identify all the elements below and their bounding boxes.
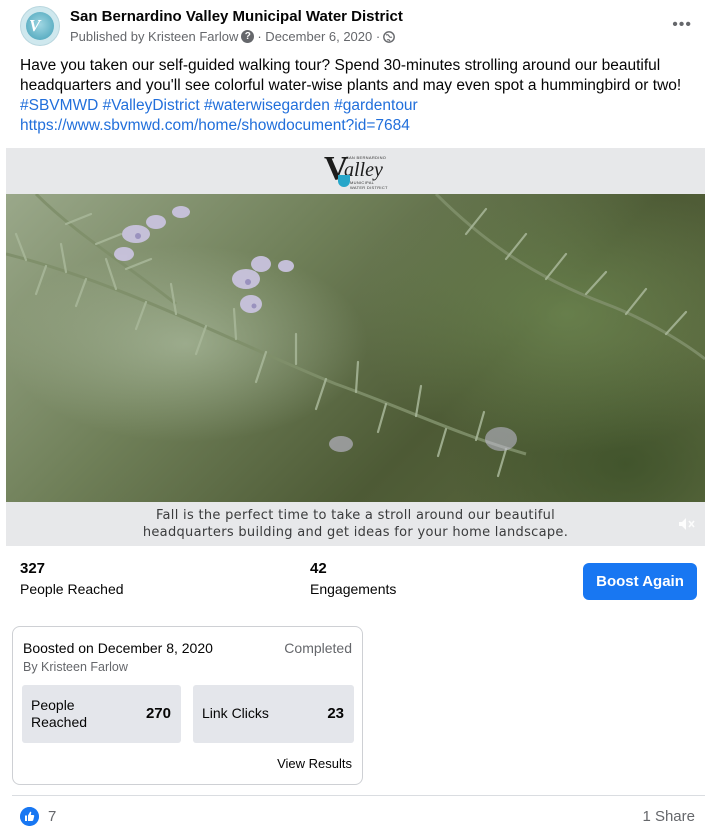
metric-label-people: People xyxy=(31,697,75,713)
post-link[interactable]: https://www.sbvmwd.com/home/showdocument… xyxy=(20,117,410,134)
speaker-muted-icon[interactable] xyxy=(677,516,697,532)
people-reached-metric: People Reached 270 xyxy=(22,685,181,743)
post-body: Have you taken our self-guided walking t… xyxy=(20,57,682,94)
published-by: Published by Kristeen Farlow xyxy=(70,29,239,44)
page-avatar[interactable]: V xyxy=(20,6,60,46)
engagements-value: 42 xyxy=(310,560,327,577)
metric-value-reached: 270 xyxy=(145,705,171,722)
thumbs-up-icon[interactable] xyxy=(20,807,39,826)
globe-icon xyxy=(383,30,396,43)
more-options-icon[interactable]: ••• xyxy=(672,16,692,34)
page-name-link[interactable]: San Bernardino Valley Municipal Water Di… xyxy=(70,8,403,25)
people-reached-stat: 327 People Reached xyxy=(20,560,124,597)
avatar-letter: V xyxy=(29,16,41,35)
post-date[interactable]: · December 6, 2020 · xyxy=(257,29,380,44)
valley-district-logo: V alley SAN BERNARDINO MUNICIPAL WATER D… xyxy=(324,151,394,191)
boost-status: Completed xyxy=(284,640,352,656)
rosemary-illustration xyxy=(6,194,705,478)
post-hashtags[interactable]: #SBVMWD #ValleyDistrict #waterwisegarden… xyxy=(20,97,418,114)
caption-line-2: headquarters building and get ideas for … xyxy=(142,525,569,540)
boosted-on-text: Boosted on December 8, 2020 xyxy=(23,640,213,656)
shares-count[interactable]: 1 Share xyxy=(642,808,695,825)
engagements-stat: 42 Engagements xyxy=(310,560,396,597)
logo-top-text: SAN BERNARDINO xyxy=(346,155,387,160)
boost-summary-card: Boosted on December 8, 2020 Completed By… xyxy=(12,626,363,785)
people-reached-value: 327 xyxy=(20,560,46,577)
post-video[interactable]: V alley SAN BERNARDINO MUNICIPAL WATER D… xyxy=(6,148,705,546)
rosemary-photo xyxy=(6,194,705,502)
video-caption: Fall is the perfect time to take a strol… xyxy=(6,507,705,541)
question-icon[interactable]: ? xyxy=(241,30,255,43)
logo-band: V alley SAN BERNARDINO MUNICIPAL WATER D… xyxy=(6,148,705,194)
logo-sub-text-2: WATER DISTRICT xyxy=(350,185,388,190)
view-results-link[interactable]: View Results xyxy=(277,756,352,771)
metric-value-link-clicks: 23 xyxy=(327,705,344,722)
link-clicks-metric: Link Clicks 23 xyxy=(193,685,354,743)
post-meta: Published by Kristeen Farlow ? · Decembe… xyxy=(70,29,396,44)
metric-label-reached: Reached xyxy=(31,714,88,730)
logo-swoosh-icon xyxy=(338,175,350,187)
post-header: V San Bernardino Valley Municipal Water … xyxy=(20,6,700,50)
caption-line-1: Fall is the perfect time to take a strol… xyxy=(155,508,556,523)
boost-again-button[interactable]: Boost Again xyxy=(583,563,697,600)
likes-count[interactable]: 7 xyxy=(48,808,56,825)
metric-label-link-clicks: Link Clicks xyxy=(202,705,269,721)
post-text: Have you taken our self-guided walking t… xyxy=(20,56,700,136)
footer-divider xyxy=(12,795,705,796)
caption-band: Fall is the perfect time to take a strol… xyxy=(6,502,705,546)
engagements-label: Engagements xyxy=(310,581,397,597)
people-reached-label: People Reached xyxy=(20,581,124,597)
boosted-by: By Kristeen Farlow xyxy=(23,660,128,674)
